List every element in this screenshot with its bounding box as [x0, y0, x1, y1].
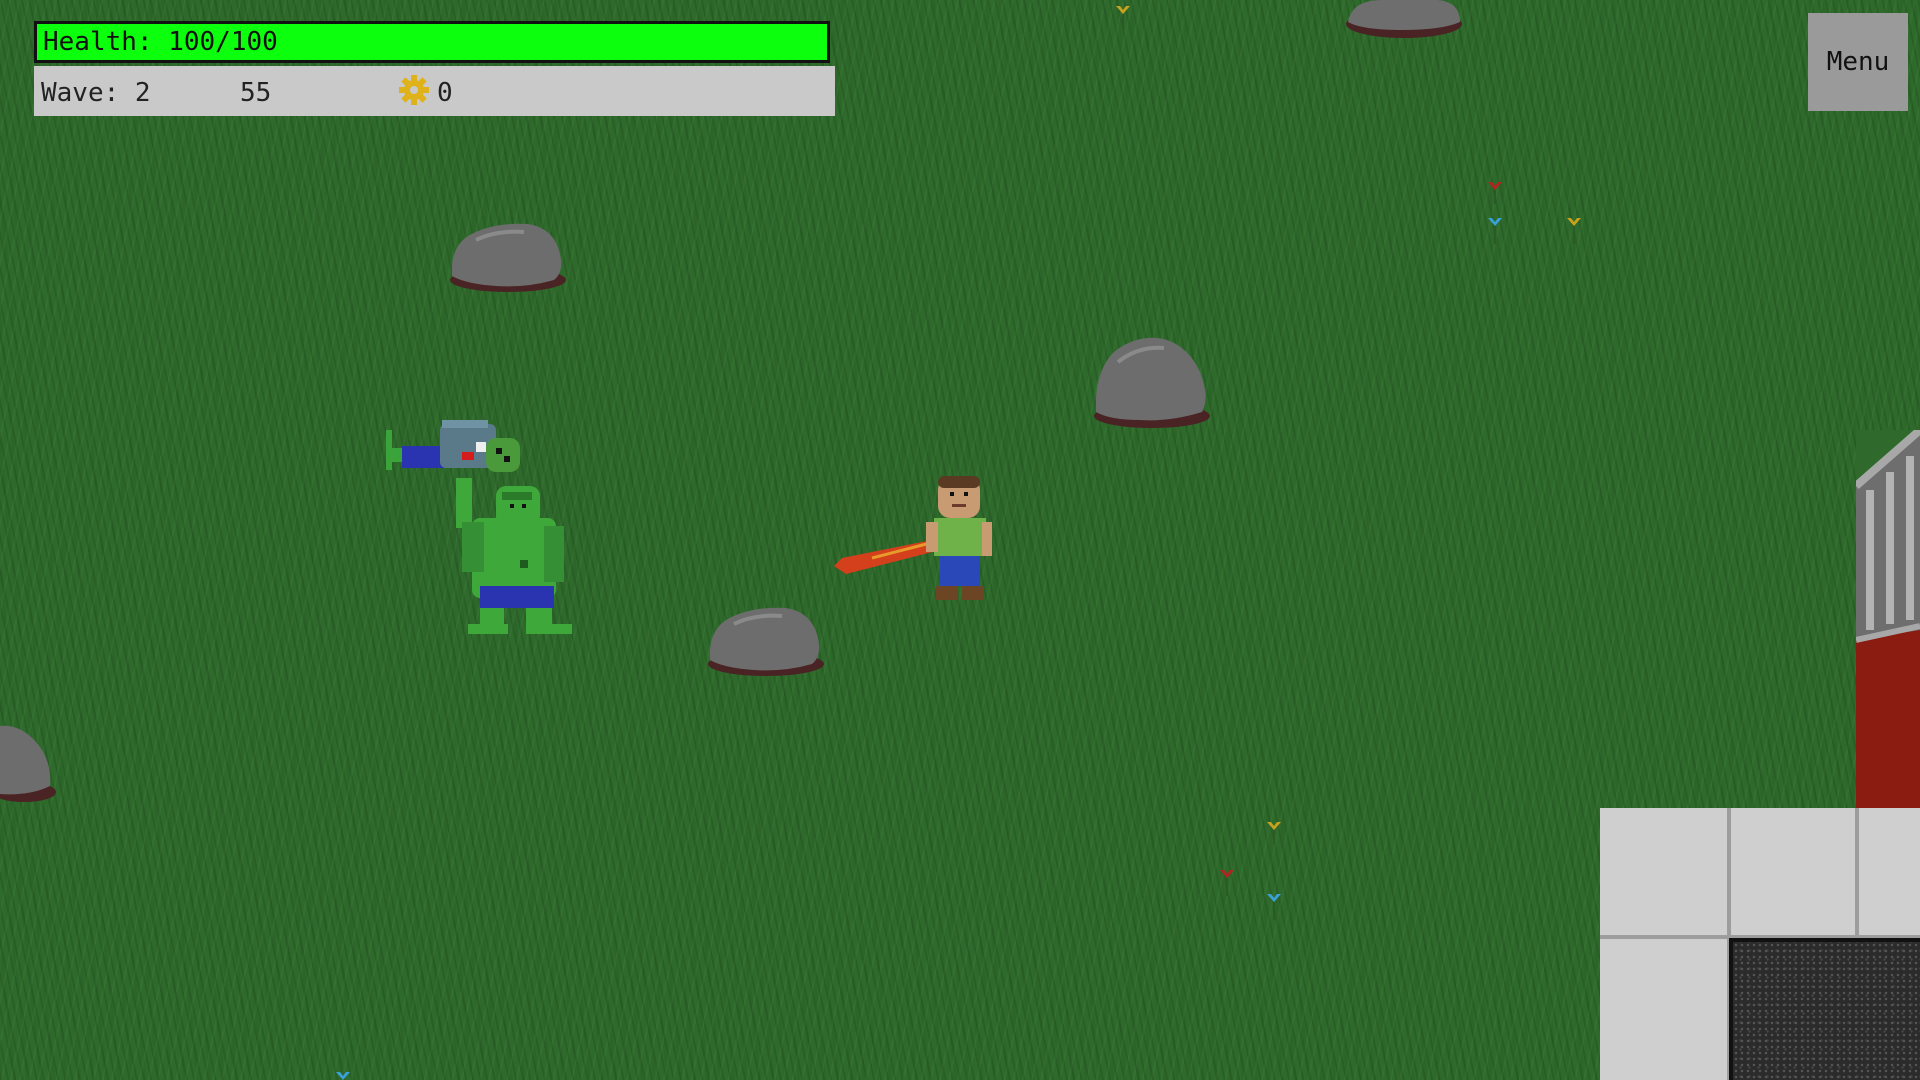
rock — [708, 607, 824, 676]
flower-yellow — [1567, 218, 1581, 244]
gear-count: 0 — [437, 78, 453, 108]
gear-icon — [399, 75, 429, 105]
flower-red — [1220, 870, 1234, 896]
dark-pit — [1729, 938, 1920, 1080]
ogre-enemy[interactable] — [376, 418, 576, 638]
wave-label: Wave: 2 — [41, 78, 151, 108]
zombie-enemy — [386, 420, 520, 472]
rock — [1094, 337, 1210, 428]
rock — [450, 223, 566, 292]
score-value: 55 — [240, 78, 272, 108]
status-bar: Wave: 2 55 0 — [34, 66, 835, 116]
flower-blue — [1267, 894, 1281, 920]
game-world[interactable] — [0, 0, 1920, 1080]
rock — [1346, 0, 1462, 38]
player-character[interactable] — [832, 474, 1002, 606]
health-bar: Health: 100/100 — [34, 21, 830, 63]
flower-red — [1488, 182, 1502, 204]
rock — [0, 725, 56, 802]
health-label: Health: 100/100 — [43, 27, 278, 57]
flower-blue — [336, 1072, 350, 1080]
building-wall — [1856, 430, 1920, 808]
menu-button[interactable]: Menu — [1808, 13, 1908, 111]
flower-yellow — [1267, 822, 1281, 844]
flower-yellow — [1116, 6, 1130, 30]
flower-blue — [1488, 218, 1502, 244]
